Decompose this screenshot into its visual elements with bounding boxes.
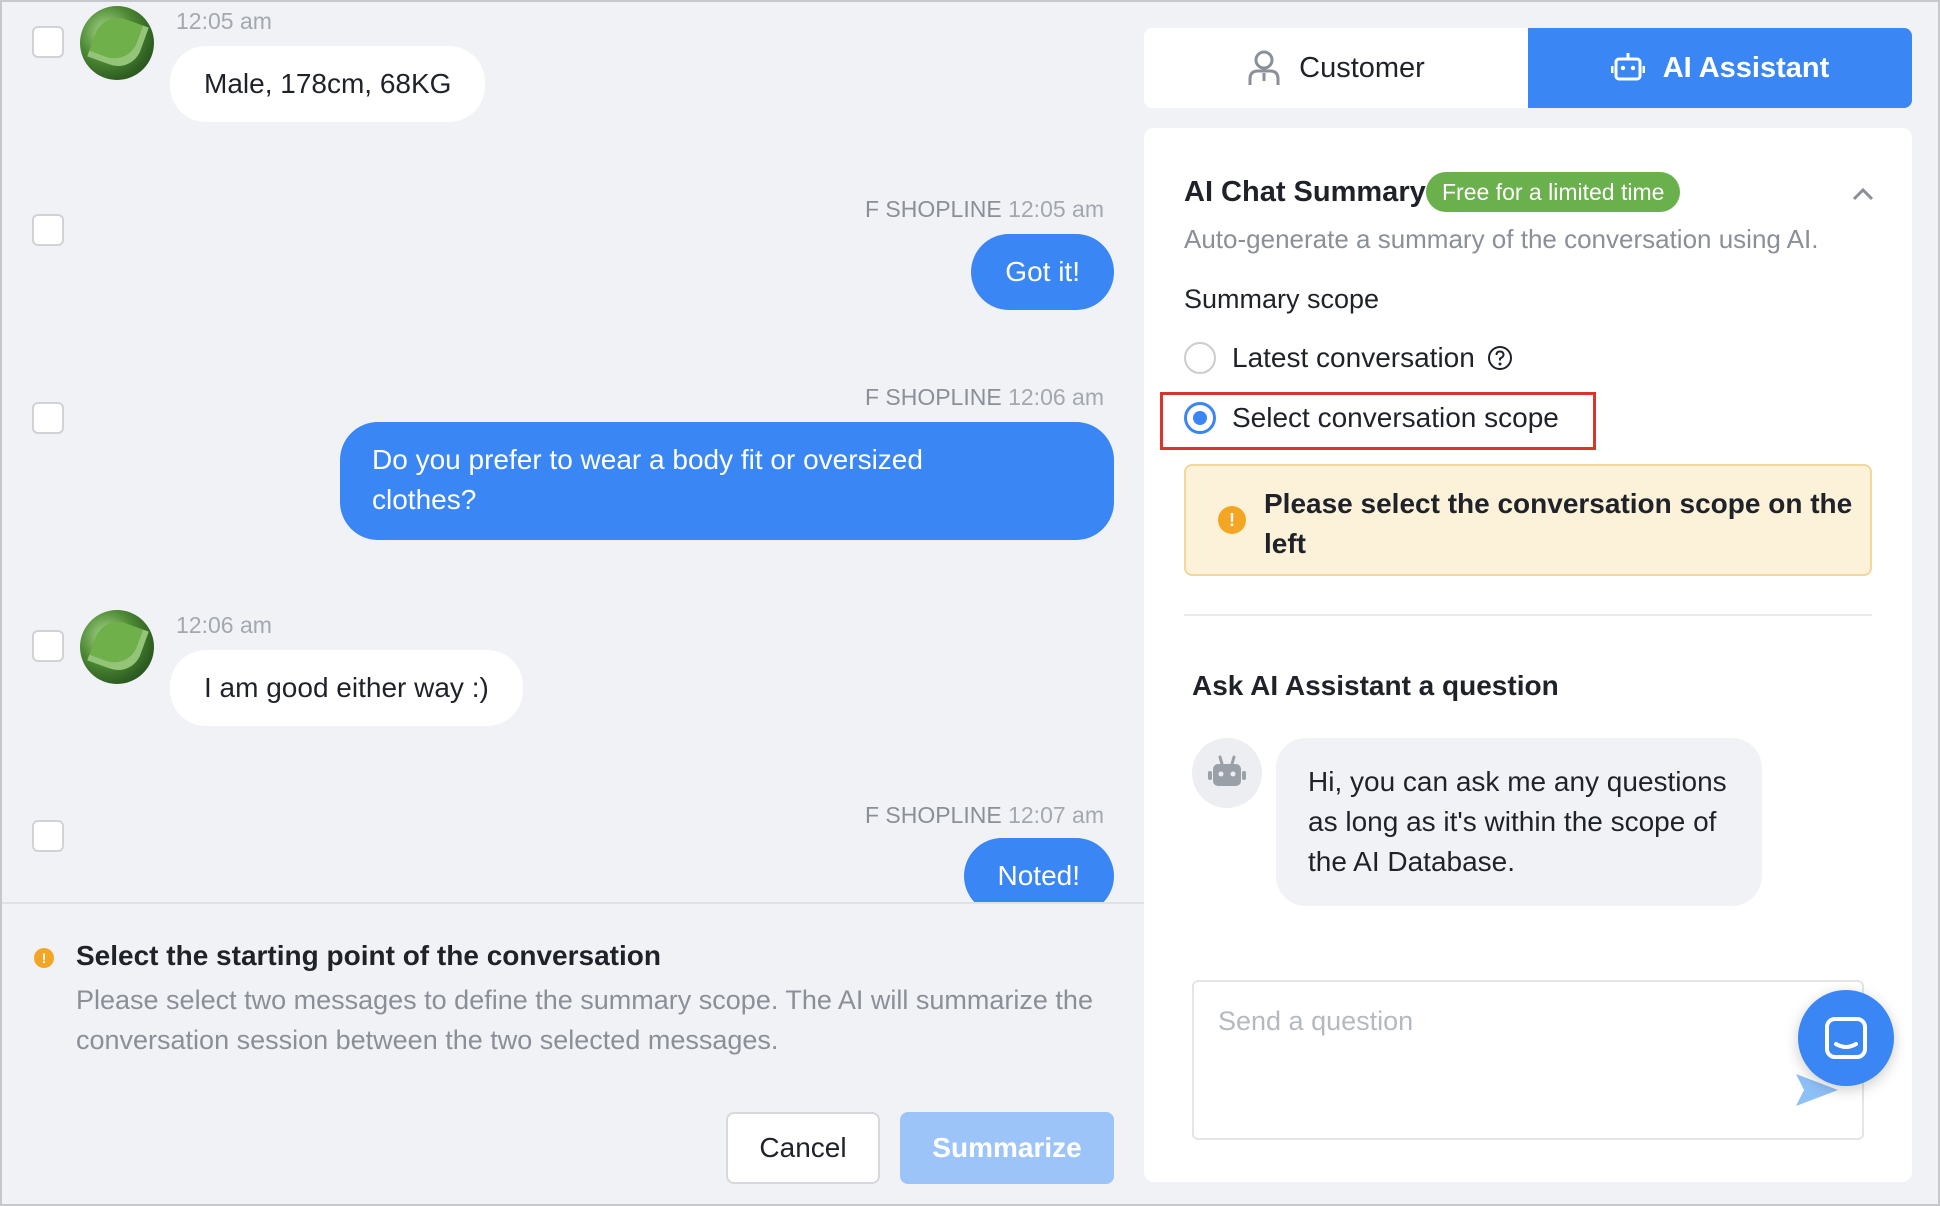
chat-bubble-icon [1825, 1017, 1867, 1059]
chevron-up-icon[interactable] [1848, 180, 1878, 210]
message-bubble-incoming: I am good either way :) [170, 650, 523, 726]
scope-notice: ! Please select the conversation scope o… [1184, 464, 1872, 576]
message-bubble-outgoing: Noted! [963, 838, 1114, 902]
message-checkbox-4[interactable] [32, 630, 64, 662]
message-checkbox-1[interactable] [32, 26, 64, 58]
chat-panel: 12:05 am Male, 178cm, 68KG F SHOPLINE 12… [2, 2, 1144, 902]
customer-avatar [80, 6, 154, 80]
message-checkbox-3[interactable] [32, 402, 64, 434]
help-icon[interactable] [1487, 345, 1513, 371]
user-icon [1248, 50, 1280, 85]
ai-assistant-card: AI Chat Summary Free for a limited time … [1144, 128, 1912, 1182]
promo-badge: Free for a limited time [1426, 172, 1681, 212]
summary-description: Auto-generate a summary of the conversat… [1184, 224, 1819, 254]
summarize-button[interactable]: Summarize [900, 1112, 1114, 1184]
message-meta: F SHOPLINE 12:05 am [865, 196, 1104, 223]
message-bubble-incoming: Male, 178cm, 68KG [170, 46, 486, 122]
message-bubble-outgoing: Got it! [971, 234, 1114, 310]
tab-customer[interactable]: Customer [1144, 28, 1528, 108]
message-time: 12:05 am [176, 8, 272, 34]
panel-tabs: Customer AI Assistant [1144, 28, 1912, 108]
message-time: 12:06 am [176, 612, 272, 638]
chat-launcher-button[interactable] [1798, 990, 1894, 1086]
message-checkbox-5[interactable] [32, 820, 64, 852]
sender-name: F SHOPLINE [864, 384, 1002, 410]
tab-ai-assistant[interactable]: AI Assistant [1528, 28, 1912, 108]
ask-ai-title: Ask AI Assistant a question [1192, 670, 1559, 701]
robot-icon [1610, 53, 1645, 81]
divider [1184, 614, 1872, 616]
ai-chat-summary-title: AI Chat Summary [1184, 176, 1426, 208]
bot-message: Hi, you can ask me any questions as long… [1276, 738, 1762, 906]
message-checkbox-2[interactable] [32, 214, 64, 246]
question-input[interactable] [1194, 982, 1862, 1138]
radio-button-selected[interactable] [1184, 402, 1216, 434]
message-time: 12:06 am [1008, 384, 1104, 410]
radio-label: Select conversation scope [1232, 402, 1559, 433]
radio-select-conversation-scope[interactable]: Select conversation scope [1184, 402, 1559, 434]
customer-avatar [80, 610, 154, 684]
warning-icon: ! [34, 948, 54, 968]
radio-button[interactable] [1184, 342, 1216, 374]
sender-name: F SHOPLINE [864, 196, 1002, 222]
radio-label: Latest conversation [1232, 342, 1475, 373]
message-time: 12:07 am [1008, 802, 1104, 828]
bot-avatar [1192, 738, 1262, 808]
summary-selection-bar: ! Select the starting point of the conve… [2, 902, 1144, 1204]
cancel-button[interactable]: Cancel [726, 1112, 880, 1184]
selection-hint-title: Select the starting point of the convers… [76, 940, 661, 971]
message-line: Do you prefer to wear a body fit or over… [372, 444, 923, 475]
warning-icon: ! [1218, 506, 1246, 534]
tab-label: AI Assistant [1662, 51, 1830, 84]
radio-latest-conversation[interactable]: Latest conversation [1184, 342, 1513, 374]
summary-scope-label: Summary scope [1184, 284, 1380, 314]
tab-label: Customer [1299, 51, 1425, 84]
message-meta: F SHOPLINE 12:06 am [865, 384, 1104, 411]
robot-icon [1208, 755, 1246, 786]
selection-hint-body: Please select two messages to define the… [76, 985, 1093, 1055]
message-bubble-outgoing: Do you prefer to wear a body fit or over… [340, 422, 1114, 540]
sender-name: F SHOPLINE [864, 802, 1002, 828]
message-time: 12:05 am [1008, 196, 1104, 222]
question-input-box [1192, 980, 1864, 1140]
message-meta: F SHOPLINE 12:07 am [865, 802, 1104, 829]
message-line: clothes? [372, 484, 477, 515]
scope-notice-text: Please select the conversation scope on … [1264, 488, 1853, 559]
